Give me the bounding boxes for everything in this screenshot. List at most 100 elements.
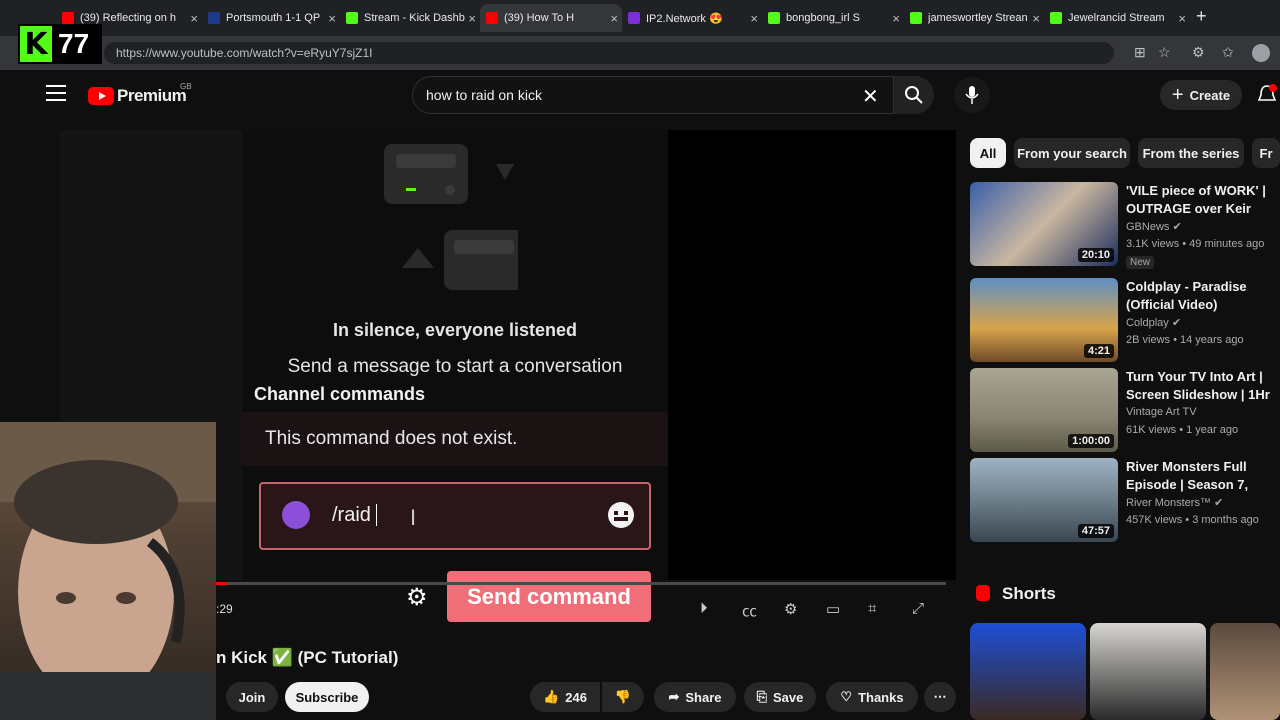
verified-icon: ✔ xyxy=(1171,317,1182,329)
video-progress-bar[interactable] xyxy=(216,582,946,585)
captions-icon[interactable]: ㏄ xyxy=(742,600,757,621)
extension-puzzle-icon[interactable]: ⚙ xyxy=(1192,44,1205,61)
video-thumbnail[interactable]: 47:57 xyxy=(970,458,1118,542)
notifications-bell-icon[interactable] xyxy=(1257,84,1277,111)
share-label: Share xyxy=(685,689,722,705)
verified-icon: ✔ xyxy=(1214,497,1224,509)
browser-tab[interactable]: Jewelrancid Stream × xyxy=(1044,6,1190,30)
chat-avatar-icon[interactable] xyxy=(282,501,310,529)
video-thumbnail[interactable]: 20:10 xyxy=(970,182,1118,266)
chip-from[interactable]: Fr xyxy=(1252,138,1280,168)
fullscreen-icon[interactable]: ⤢ xyxy=(912,600,924,617)
recommendation-channel[interactable]: River Monsters™ ✔ xyxy=(1126,496,1223,509)
browser-tab[interactable]: (39) How To H × xyxy=(480,4,622,32)
duration-badge: 4:21 xyxy=(1083,344,1114,358)
ibeam-cursor-icon: I xyxy=(410,505,417,530)
youtube-play-icon xyxy=(88,87,114,105)
bookmark-star-icon[interactable]: ☆ xyxy=(1158,44,1171,61)
recommendation-title[interactable]: River Monsters Full Episode | Season 7, … xyxy=(1126,458,1280,494)
search-button[interactable] xyxy=(894,76,934,114)
channel-commands-header: Channel commands xyxy=(254,384,434,405)
cast-icon[interactable]: ⌗ xyxy=(868,600,876,617)
recommendation-title[interactable]: Turn Your TV Into Art | Screen Slideshow… xyxy=(1126,368,1280,404)
video-thumbnail[interactable]: 1:00:00 xyxy=(970,368,1118,452)
extensions-icon[interactable]: ⊞ xyxy=(1134,44,1146,61)
thanks-button[interactable]: ♡ Thanks xyxy=(826,682,918,712)
tab-favicon-icon xyxy=(486,12,498,24)
empty-chat-title: In silence, everyone listened xyxy=(332,320,578,340)
share-icon: ➦ xyxy=(668,689,680,704)
autoplay-toggle-icon[interactable]: ⏵ xyxy=(700,600,708,617)
more-actions-button[interactable]: ⋯ xyxy=(924,682,956,712)
browser-tab[interactable]: IP2.Network 😍 × xyxy=(622,6,762,30)
player-settings-icon[interactable]: ⚙ xyxy=(784,600,797,618)
thumbs-down-icon: 👎 xyxy=(614,689,632,704)
close-tab-icon[interactable]: × xyxy=(1178,11,1186,26)
short-thumbnail[interactable] xyxy=(1210,623,1280,720)
short-thumbnail[interactable] xyxy=(1090,623,1206,720)
share-button[interactable]: ➦ Share xyxy=(654,682,736,712)
chip-all[interactable]: All xyxy=(970,138,1006,168)
recommendation-channel[interactable]: Coldplay ✔ xyxy=(1126,316,1181,329)
save-button[interactable]: ⎘ Save xyxy=(744,682,816,712)
chip-from-your-search[interactable]: From your search xyxy=(1014,138,1130,168)
create-button[interactable]: + Create xyxy=(1160,80,1242,110)
duration-badge: 1:00:00 xyxy=(1068,434,1114,448)
miniplayer-icon[interactable]: ▭ xyxy=(826,600,840,618)
youtube-logo[interactable]: Premium GB xyxy=(88,82,192,106)
clear-search-icon[interactable]: ✕ xyxy=(862,84,879,109)
emoji-picker-icon[interactable] xyxy=(608,502,634,528)
new-tab-button[interactable]: + xyxy=(1196,6,1207,27)
video-thumbnail[interactable]: 4:21 xyxy=(970,278,1118,362)
recommendation-item[interactable]: 4:21 Coldplay - Paradise (Official Video… xyxy=(970,278,1280,362)
voice-search-button[interactable] xyxy=(954,77,990,113)
recommendation-channel[interactable]: GBNews ✔ xyxy=(1126,220,1182,233)
recommendation-title[interactable]: Coldplay - Paradise (Official Video) xyxy=(1126,278,1280,314)
send-command-button[interactable]: Send command xyxy=(447,571,651,622)
like-count: 246 xyxy=(565,689,587,705)
recommendation-item[interactable]: 47:57 River Monsters Full Episode | Seas… xyxy=(970,458,1280,542)
tab-title: (39) How To H xyxy=(504,12,575,24)
webcam-overlay xyxy=(0,422,216,720)
dislike-button[interactable]: 👎 xyxy=(602,682,644,712)
search-query-text[interactable]: how to raid on kick xyxy=(426,87,542,103)
recommendation-title[interactable]: 'VILE piece of WORK' | OUTRAGE over Keir… xyxy=(1126,182,1280,218)
hamburger-menu-icon[interactable] xyxy=(46,85,66,106)
close-tab-icon[interactable]: × xyxy=(468,11,476,26)
close-tab-icon[interactable]: × xyxy=(750,11,758,26)
browser-tab[interactable]: bongbong_irl S × xyxy=(762,6,904,30)
recommendation-meta: 2B views • 14 years ago xyxy=(1126,334,1244,346)
close-tab-icon[interactable]: × xyxy=(610,11,618,26)
tab-title: Jewelrancid Stream xyxy=(1068,12,1165,24)
subscribe-button[interactable]: Subscribe xyxy=(285,682,369,712)
tab-title: IP2.Network 😍 xyxy=(646,12,723,25)
close-tab-icon[interactable]: × xyxy=(1032,11,1040,26)
recommendation-item[interactable]: 1:00:00 Turn Your TV Into Art | Screen S… xyxy=(970,368,1280,452)
chat-message-input[interactable] xyxy=(259,482,651,550)
join-button[interactable]: Join xyxy=(226,682,278,712)
browser-tab[interactable]: Stream - Kick Dashb × xyxy=(340,6,480,30)
chat-settings-gear-icon[interactable]: ⚙ xyxy=(406,583,428,612)
tab-title: Stream - Kick Dashb xyxy=(364,12,465,24)
browser-profile-avatar[interactable] xyxy=(1252,44,1270,62)
favorites-icon[interactable]: ✩ xyxy=(1222,44,1234,61)
viewer-count: 77 xyxy=(58,28,90,59)
short-thumbnail[interactable] xyxy=(970,623,1086,720)
recommendation-meta: 61K views • 1 year ago xyxy=(1126,424,1239,436)
like-button[interactable]: 👍 246 xyxy=(530,682,600,712)
shorts-heading: Shorts xyxy=(1002,584,1056,603)
text-caret xyxy=(376,504,377,526)
close-tab-icon[interactable]: × xyxy=(328,11,336,26)
empty-chat-subtitle: Send a message to start a conversation xyxy=(287,356,623,377)
recommendation-channel[interactable]: Vintage Art TV xyxy=(1126,406,1197,418)
browser-tab[interactable]: jameswortley Strean × xyxy=(904,6,1044,30)
browser-tab[interactable]: Portsmouth 1-1 QP × xyxy=(202,6,340,30)
recommendation-item[interactable]: 20:10 'VILE piece of WORK' | OUTRAGE ove… xyxy=(970,182,1280,269)
close-tab-icon[interactable]: × xyxy=(892,11,900,26)
plus-icon: + xyxy=(1171,83,1184,106)
chip-from-the-series[interactable]: From the series xyxy=(1138,138,1244,168)
chat-input-value[interactable]: /raid xyxy=(332,504,371,527)
close-tab-icon[interactable]: × xyxy=(190,11,198,26)
address-bar[interactable]: https://www.youtube.com/watch?v=eRyuY7sj… xyxy=(104,42,1114,64)
thumbs-up-icon: 👍 xyxy=(543,689,560,704)
